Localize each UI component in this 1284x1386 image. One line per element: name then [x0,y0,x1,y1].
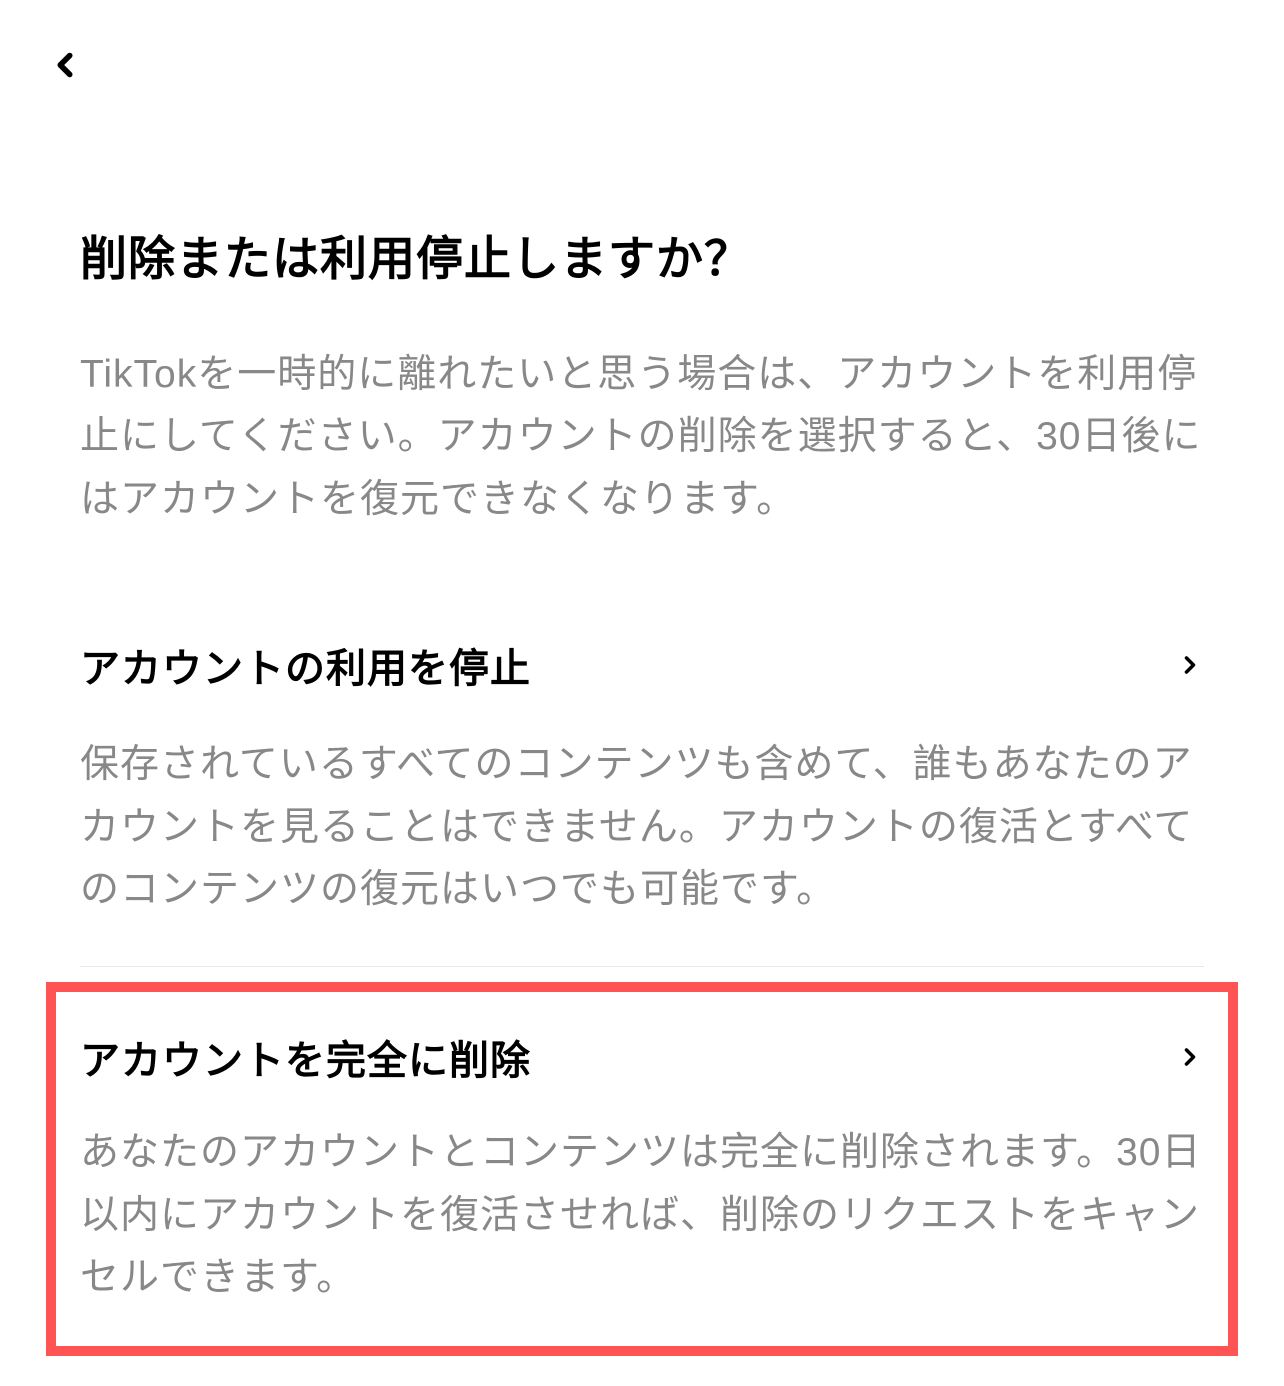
header [0,0,1284,90]
page-description: TikTokを一時的に離れたいと思う場合は、アカウントを利用停止にしてください。… [80,344,1204,531]
chevron-right-icon [1176,651,1204,679]
option-deactivate-title: アカウントの利用を停止 [80,636,531,694]
back-button[interactable] [40,40,90,90]
back-icon [46,46,84,84]
chevron-right-icon [1176,1043,1204,1071]
option-delete-description: あなたのアカウントとコンテンツは完全に削除されます。30日以内にアカウントを復活… [80,1122,1204,1309]
option-delete-title: アカウントを完全に削除 [80,1028,531,1086]
option-deactivate-account[interactable]: アカウントの利用を停止 保存されているすべてのコンテンツも含めて、誰もあなたのア… [80,636,1204,967]
page-title: 削除または利用停止しますか？ [80,220,1204,289]
option-delete-account[interactable]: アカウントを完全に削除 あなたのアカウントとコンテンツは完全に削除されます。30… [46,982,1238,1355]
option-title-row: アカウントの利用を停止 [80,636,1204,694]
option-title-row: アカウントを完全に削除 [80,1028,1204,1086]
content: 削除または利用停止しますか？ TikTokを一時的に離れたいと思う場合は、アカウ… [0,90,1284,1356]
option-deactivate-description: 保存されているすべてのコンテンツも含めて、誰もあなたのアカウントを見ることはでき… [80,734,1204,921]
